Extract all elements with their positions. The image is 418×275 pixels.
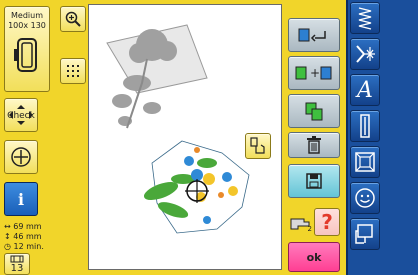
svg-text:+: + (310, 66, 320, 80)
info-icon: i (17, 189, 25, 209)
height-value: 46 mm (13, 232, 42, 241)
alphabet-icon (356, 45, 375, 63)
zoom-button[interactable] (60, 6, 86, 32)
thread-spool-icon (10, 255, 24, 263)
width-value: 69 mm (13, 222, 42, 231)
hoop-tab-icon (355, 224, 373, 244)
ok-button[interactable]: ok (288, 242, 340, 272)
ghost-rose-icon (106, 24, 208, 129)
design-stats: ↔ 69 mm ↕ 46 mm ◷ 12 min. (4, 222, 60, 252)
stitch-zigzag-icon (358, 7, 372, 30)
alphabet-letter-label: A (357, 77, 373, 103)
width-icon: ↔ (4, 222, 11, 231)
sidebar-item-quilt[interactable] (350, 146, 380, 178)
check-button[interactable]: Check (4, 98, 38, 132)
select-motif-button[interactable] (245, 133, 271, 159)
height-icon: ↕ (4, 232, 11, 241)
clock-icon: ◷ (4, 242, 11, 251)
duplicate-icon (305, 102, 323, 121)
color-count-button[interactable]: 13 (4, 253, 30, 275)
sidebar-item-personal[interactable] (350, 182, 380, 214)
ok-label: ok (306, 250, 322, 264)
hoop-icon (14, 38, 37, 72)
hoop-button[interactable]: Medium 100x 130 (4, 6, 50, 92)
sidebar-item-decorative[interactable] (350, 38, 380, 70)
check-label: Check (7, 111, 35, 121)
add-motif-button[interactable] (288, 18, 340, 52)
sidebar-item-buttonholes[interactable] (350, 110, 380, 142)
quilt-icon (355, 152, 375, 172)
help-label: ? (321, 210, 333, 234)
combo-count: 2 (307, 225, 312, 233)
save-button[interactable] (288, 164, 340, 198)
save-icon (306, 173, 322, 189)
hand-select-icon (250, 137, 265, 154)
buttonhole-icon (360, 114, 370, 138)
duplicate-plus-button[interactable]: + (288, 56, 340, 90)
delete-button[interactable] (288, 132, 340, 158)
help-button[interactable]: ? (314, 208, 340, 236)
combo-indicator: 2 (288, 212, 312, 234)
flower-embroidery-icon (143, 140, 250, 234)
duplicate-plus-icon: + (295, 66, 332, 80)
center-button[interactable] (4, 140, 38, 174)
grid-icon (67, 65, 79, 77)
color-count-value: 13 (10, 263, 24, 274)
sidebar-item-embroidery[interactable] (350, 218, 380, 250)
smiley-icon (355, 188, 375, 208)
crosshair-circle-icon (11, 147, 31, 167)
sidebar-item-alphabets[interactable]: A (350, 74, 380, 106)
hoop-size-value: 100x 130 (8, 21, 46, 30)
add-motif-return-icon (298, 28, 326, 42)
sidebar-item-stitches[interactable] (350, 2, 380, 34)
zoom-in-icon (65, 11, 81, 27)
duplicate-button[interactable] (288, 94, 340, 128)
info-button[interactable]: i (4, 182, 38, 216)
hoop-size-label: Medium (11, 11, 43, 20)
trash-icon (307, 136, 321, 154)
time-value: 12 min. (13, 242, 44, 251)
grid-button[interactable] (60, 58, 86, 84)
